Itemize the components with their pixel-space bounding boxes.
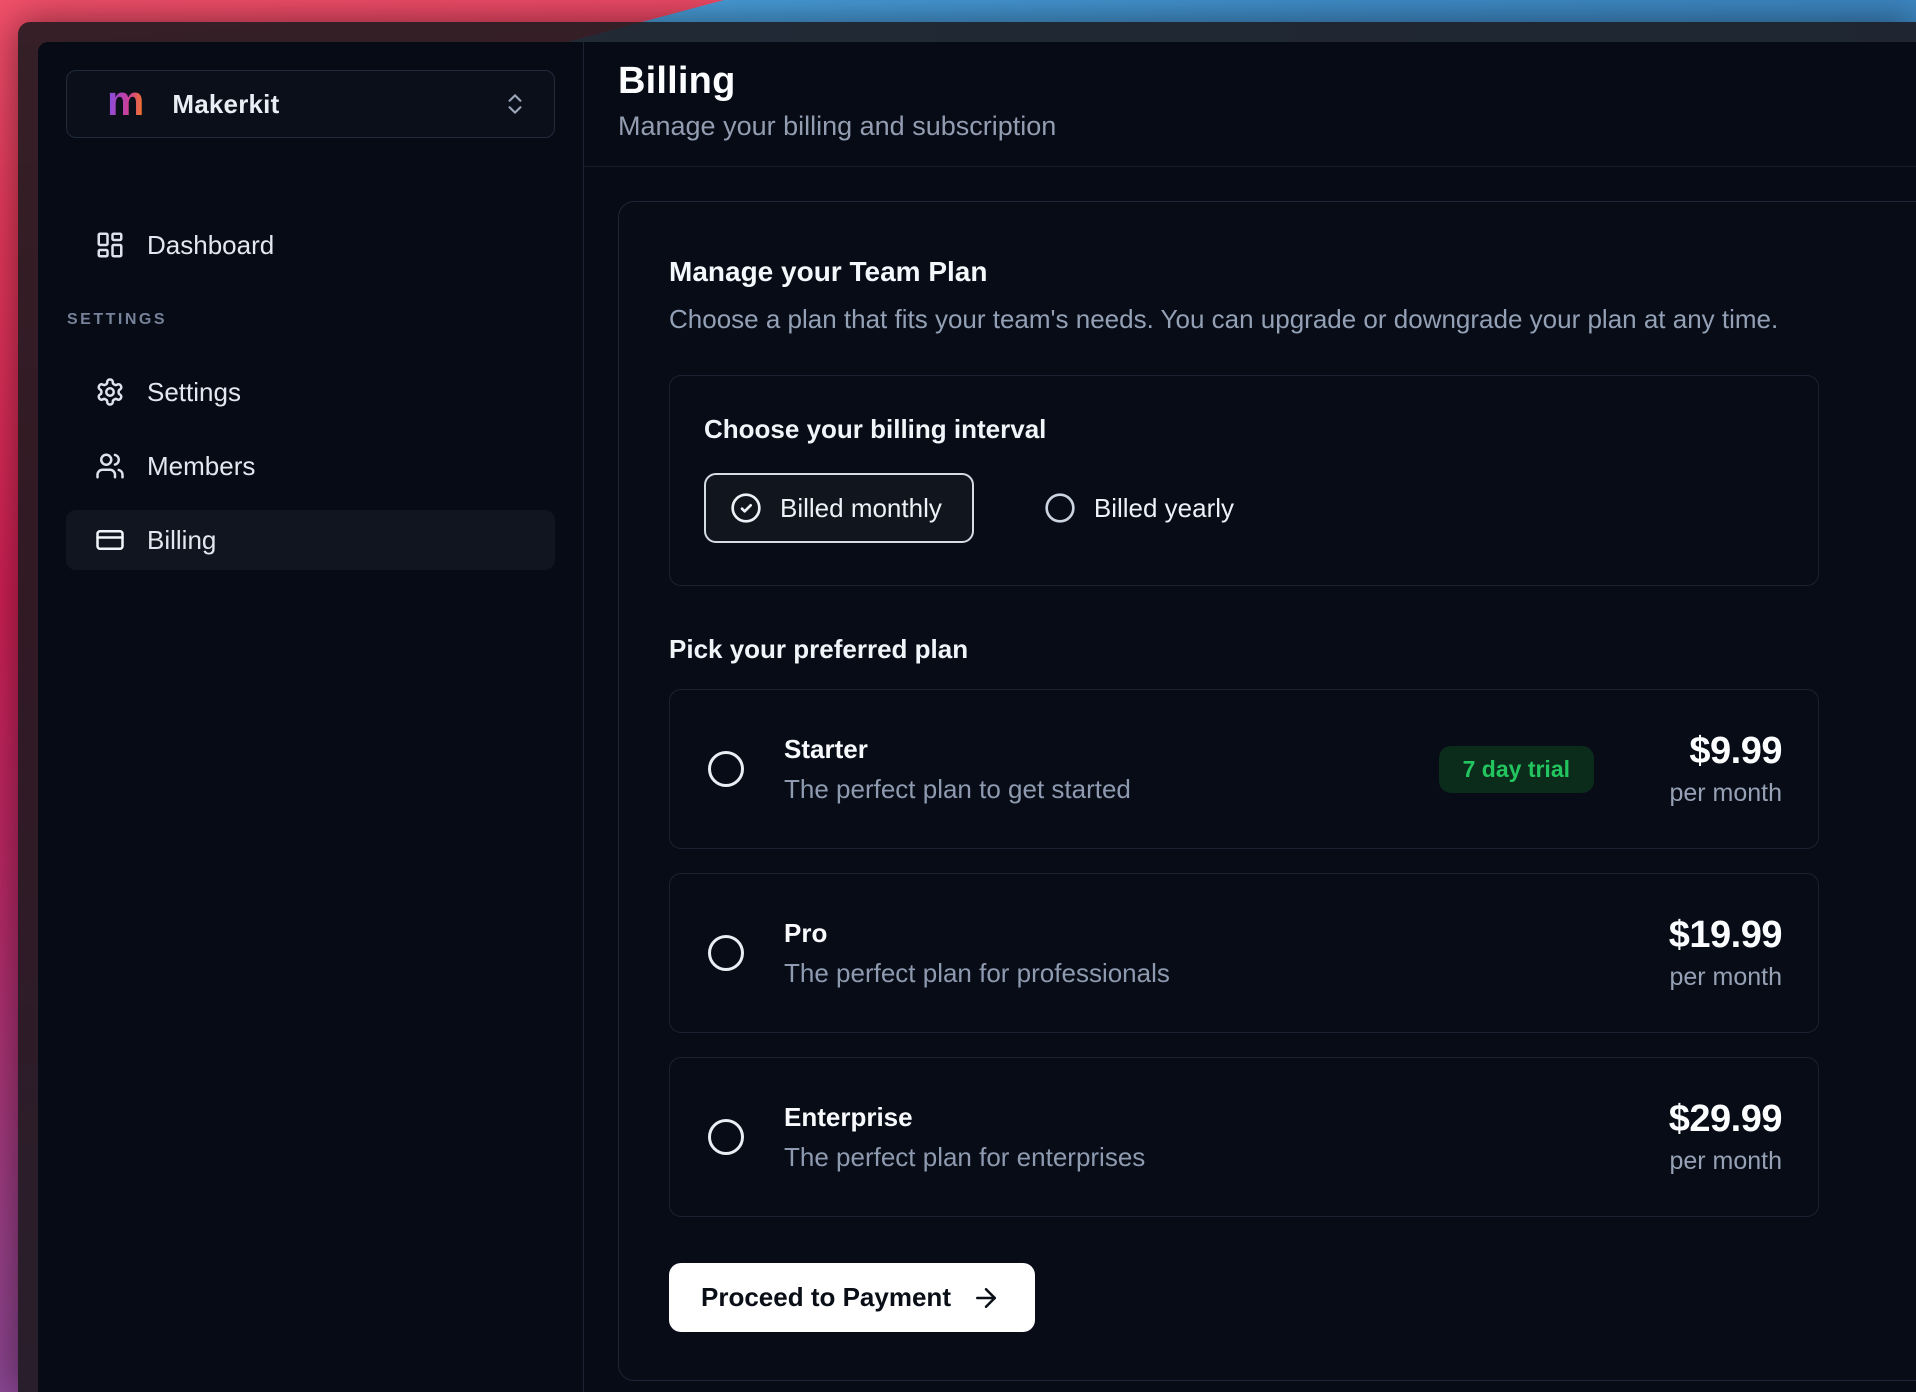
plan-period: per month [1642,963,1782,992]
plan-row-enterprise[interactable]: Enterprise The perfect plan for enterpri… [669,1057,1819,1217]
credit-card-icon [95,525,125,555]
plan-name: Pro [784,918,1170,949]
plan-name: Enterprise [784,1102,1145,1133]
plan-period: per month [1642,1147,1782,1176]
plan-row-pro[interactable]: Pro The perfect plan for professionals $… [669,873,1819,1033]
app-window: m Makerkit Dashboard SETTINGS [38,42,1916,1392]
plan-pricing: $29.99 per month [1642,1098,1782,1176]
sidebar-nav: Dashboard SETTINGS Settings Members [38,215,583,570]
gear-icon [95,377,125,407]
sidebar-section-label: SETTINGS [67,311,555,329]
card-description: Choose a plan that fits your team's need… [669,304,1916,335]
sidebar-item-dashboard[interactable]: Dashboard [66,215,555,275]
plan-price: $29.99 [1642,1098,1782,1141]
billing-interval-options: Billed monthly Billed yearly [704,473,1782,543]
plan-description: The perfect plan for enterprises [784,1142,1145,1173]
plan-row-starter[interactable]: Starter The perfect plan to get started … [669,689,1819,849]
sidebar-item-label: Billing [147,525,216,556]
plan-picker-label: Pick your preferred plan [669,634,1916,665]
plan-description: The perfect plan to get started [784,774,1131,805]
radio-circle-icon[interactable] [708,751,744,787]
chevrons-up-down-icon [502,91,528,117]
plan-period: per month [1642,779,1782,808]
option-billed-monthly[interactable]: Billed monthly [704,473,974,543]
plan-name: Starter [784,734,1131,765]
plan-pricing: $19.99 per month [1642,914,1782,992]
workspace-name: Makerkit [172,89,279,120]
check-circle-icon [730,492,762,524]
option-billed-yearly[interactable]: Billed yearly [1044,492,1234,524]
plan-price: $9.99 [1642,730,1782,773]
team-plan-card: Manage your Team Plan Choose a plan that… [618,201,1916,1381]
dashboard-icon [95,230,125,260]
window-frame: m Makerkit Dashboard SETTINGS [18,22,1916,1392]
option-label: Billed monthly [780,493,942,524]
billing-interval-label: Choose your billing interval [704,414,1782,445]
workspace-selector[interactable]: m Makerkit [66,70,555,138]
radio-circle-icon[interactable] [708,1119,744,1155]
sidebar-item-label: Settings [147,377,241,408]
makerkit-logo-icon: m [107,80,144,122]
arrow-right-icon [971,1283,1001,1313]
sidebar-item-billing[interactable]: Billing [66,510,555,570]
proceed-to-payment-label: Proceed to Payment [701,1282,951,1313]
card-title: Manage your Team Plan [669,256,1916,288]
main-content: Billing Manage your billing and subscrip… [584,42,1916,1392]
proceed-to-payment-button[interactable]: Proceed to Payment [669,1263,1035,1332]
sidebar-item-label: Dashboard [147,230,274,261]
plan-price: $19.99 [1642,914,1782,957]
users-icon [95,451,125,481]
sidebar-item-settings[interactable]: Settings [66,362,555,422]
option-label: Billed yearly [1094,493,1234,524]
plan-description: The perfect plan for professionals [784,958,1170,989]
radio-circle-icon [1044,492,1076,524]
sidebar-item-label: Members [147,451,255,482]
page-title: Billing [618,60,1916,103]
plan-pricing: $9.99 per month [1642,730,1782,808]
page-subtitle: Manage your billing and subscription [618,111,1916,142]
billing-interval-box: Choose your billing interval Billed mont… [669,375,1819,586]
page-header: Billing Manage your billing and subscrip… [584,42,1916,167]
sidebar-item-members[interactable]: Members [66,436,555,496]
trial-badge: 7 day trial [1439,746,1594,793]
sidebar: m Makerkit Dashboard SETTINGS [38,42,584,1392]
radio-circle-icon[interactable] [708,935,744,971]
